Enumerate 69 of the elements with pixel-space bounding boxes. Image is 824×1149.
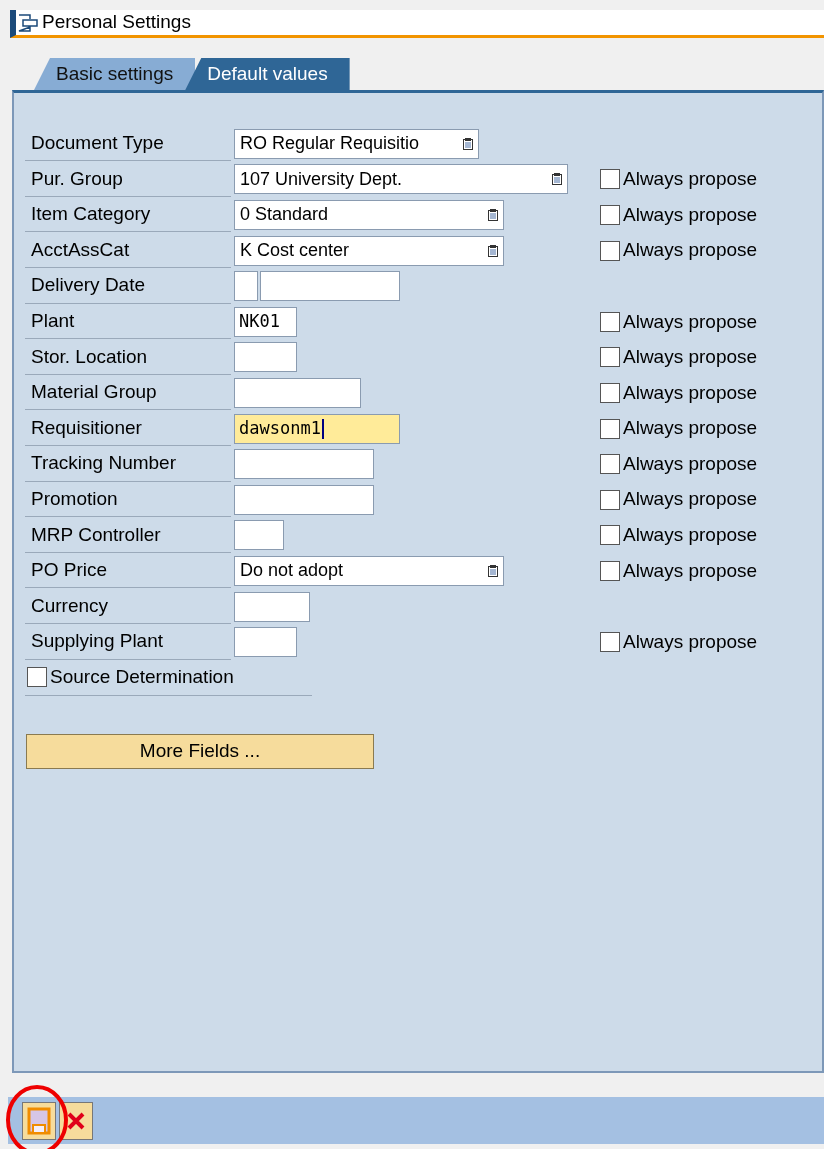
input-field[interactable] [260, 271, 400, 302]
input-field[interactable] [234, 484, 374, 515]
save-button[interactable] [22, 1101, 56, 1140]
dropdown-field[interactable]: RO Regular Requisitio [234, 128, 479, 159]
checkbox[interactable] [600, 560, 620, 581]
field-label: Supplying Plant [25, 624, 231, 660]
field-label: Item Category [25, 197, 231, 233]
window-icon [18, 13, 38, 32]
checkbox[interactable] [600, 454, 620, 475]
input-field[interactable]: NK01 [234, 306, 297, 337]
list-icon [488, 209, 498, 221]
checkbox[interactable] [600, 418, 620, 439]
dropdown-field[interactable]: K Cost center [234, 235, 504, 266]
input-field[interactable] [234, 591, 310, 622]
checkbox[interactable] [600, 347, 620, 368]
tab[interactable]: Basic settings [34, 58, 196, 90]
checkbox[interactable] [600, 632, 620, 653]
checkbox[interactable] [600, 382, 620, 403]
checkbox[interactable] [600, 240, 620, 261]
checkbox-label: Always propose [623, 345, 758, 370]
checkbox-label: Always propose [623, 629, 758, 654]
input-field[interactable] [234, 377, 361, 408]
list-icon [488, 244, 498, 257]
field-label: Material Group [25, 375, 231, 411]
input-field[interactable] [234, 520, 284, 551]
checkbox-label: Always propose [623, 202, 758, 227]
field-label: PO Price [25, 553, 231, 589]
checkbox[interactable] [600, 489, 620, 510]
checkbox-label: Always propose [623, 238, 758, 263]
field-label: Delivery Date [25, 268, 231, 304]
checkbox[interactable] [600, 169, 620, 190]
field-label: Stor. Location [25, 339, 231, 375]
checkbox[interactable] [600, 205, 620, 225]
field-label: MRP Controller [25, 517, 231, 553]
checkbox[interactable] [600, 525, 620, 546]
field-label: Promotion [25, 482, 231, 518]
checkbox-label: Always propose [623, 167, 758, 192]
checkbox-label: Always propose [623, 523, 758, 548]
field-label: Requisitioner [25, 411, 231, 447]
close-icon [66, 1110, 86, 1131]
more-fields-button[interactable]: More Fields ... [26, 733, 374, 769]
input-field[interactable] [234, 342, 297, 373]
checkbox-label: Always propose [623, 451, 758, 476]
dropdown-field[interactable]: 107 University Dept. [234, 164, 568, 195]
field-label: Currency [25, 589, 231, 624]
input-field[interactable] [234, 449, 374, 480]
list-icon [552, 173, 562, 186]
field-label: Pur. Group [25, 161, 231, 197]
dropdown-field[interactable]: Do not adopt [234, 555, 504, 586]
checkbox-label: Always propose [623, 380, 758, 405]
checkbox-label: Always propose [623, 416, 758, 441]
list-icon [463, 137, 473, 150]
checkbox[interactable] [600, 311, 620, 332]
list-icon [488, 564, 498, 577]
checkbox-label: Source Determination [50, 665, 234, 690]
input-field[interactable]: dawsonm1 [234, 413, 400, 444]
tab[interactable]: Default values [185, 58, 350, 90]
window-title: Personal Settings [42, 10, 191, 35]
dropdown-field[interactable]: 0 Standard [234, 200, 504, 230]
field-label: AcctAssCat [25, 233, 231, 269]
input-field[interactable] [234, 271, 258, 302]
checkbox-label: Always propose [623, 487, 758, 512]
field-label: Plant [25, 304, 231, 340]
field-label: Document Type [25, 126, 231, 162]
input-field[interactable] [234, 627, 297, 658]
checkbox-label: Always propose [623, 558, 758, 583]
checkbox[interactable] [27, 667, 47, 688]
field-label: Tracking Number [25, 446, 231, 482]
checkbox-label: Always propose [623, 309, 758, 334]
